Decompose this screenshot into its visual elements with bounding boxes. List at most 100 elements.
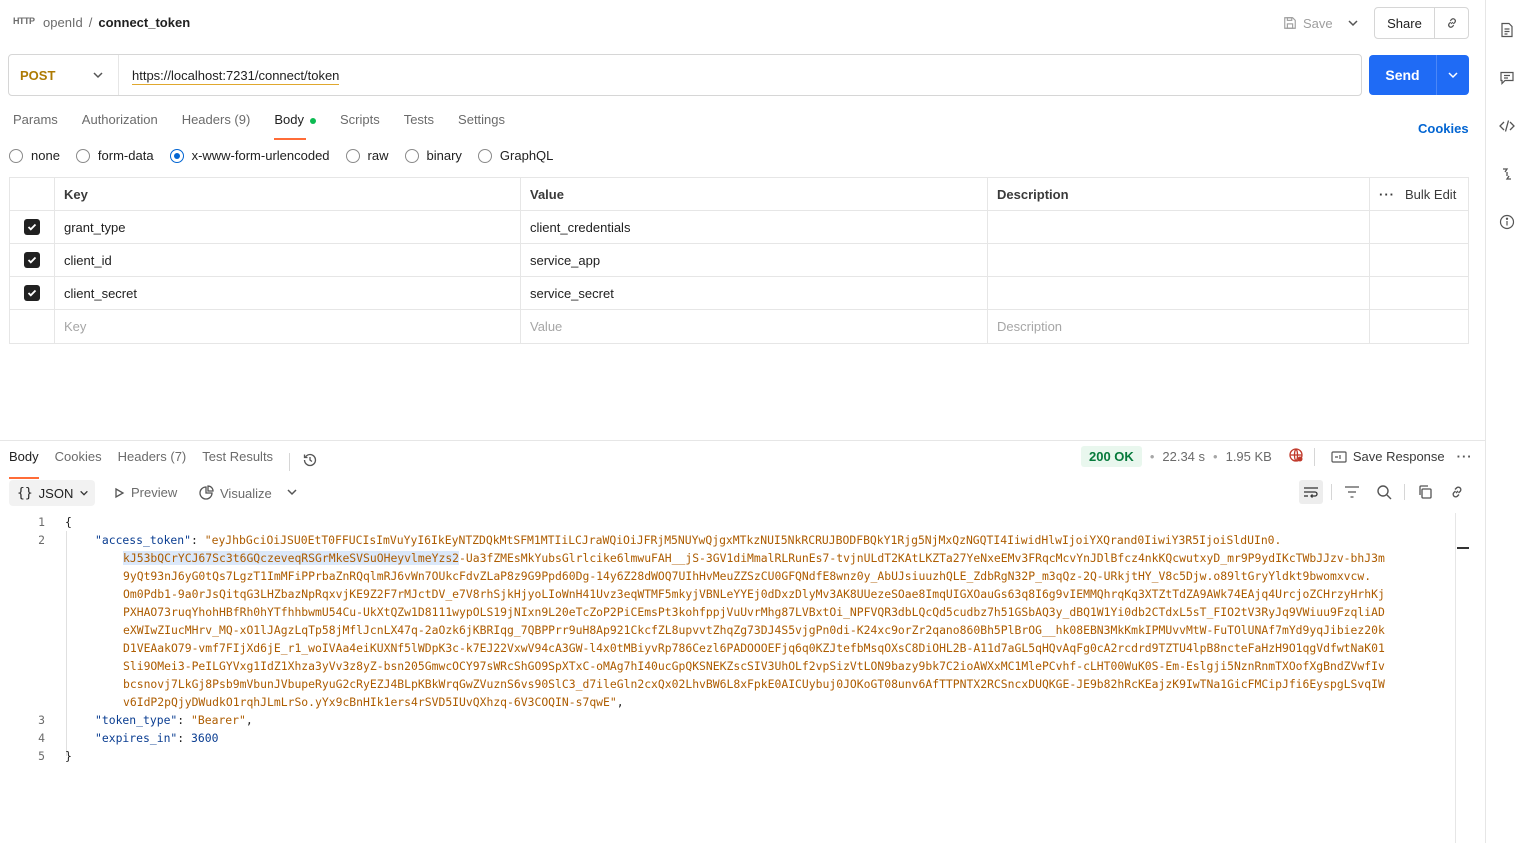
copy-icon[interactable] bbox=[1413, 480, 1437, 504]
param-value-cell[interactable]: client_credentials bbox=[521, 211, 988, 243]
table-row: client_id service_app bbox=[10, 244, 1468, 277]
comments-icon[interactable] bbox=[1499, 70, 1515, 86]
link-icon[interactable] bbox=[1445, 480, 1469, 504]
right-sidebar bbox=[1485, 0, 1527, 843]
save-options-button[interactable] bbox=[1343, 13, 1363, 33]
checkbox-checked[interactable] bbox=[24, 285, 40, 301]
wrap-lines-icon[interactable] bbox=[1299, 480, 1323, 504]
code-snippet-icon[interactable] bbox=[1499, 118, 1515, 134]
response-size[interactable]: 1.95 KB bbox=[1226, 449, 1272, 464]
response-tab-body[interactable]: Body bbox=[9, 449, 39, 479]
preview-button[interactable]: Preview bbox=[113, 485, 177, 500]
documentation-icon[interactable] bbox=[1499, 22, 1515, 38]
copy-link-button[interactable] bbox=[1435, 8, 1468, 38]
body-type-form-data[interactable]: form-data bbox=[75, 148, 154, 163]
code-line: 3 "token_type": "Bearer", bbox=[0, 711, 1455, 729]
param-value-cell[interactable]: service_app bbox=[521, 244, 988, 276]
tab-body-label: Body bbox=[274, 112, 304, 127]
chevron-down-icon bbox=[80, 490, 89, 496]
body-type-urlencoded[interactable]: x-www-form-urlencoded bbox=[169, 148, 330, 163]
visualize-button[interactable]: Visualize bbox=[198, 485, 272, 501]
column-header-value: Value bbox=[521, 178, 988, 210]
new-key-input[interactable]: Key bbox=[55, 310, 521, 343]
code-line-wrapped: D1VEAakO79-vmf7FIjXd6jE_r1_woIVAa4eiKUXN… bbox=[0, 639, 1455, 657]
selection-marker bbox=[1457, 547, 1469, 549]
more-options-icon[interactable]: ··· bbox=[1457, 449, 1473, 464]
divider bbox=[1313, 447, 1315, 466]
checkbox-checked[interactable] bbox=[24, 252, 40, 268]
status-badge[interactable]: 200 OK bbox=[1081, 446, 1142, 467]
breadcrumb-collection[interactable]: openId bbox=[43, 15, 83, 30]
json-string: eXWIwZIucMHrv_MQ-xO1lJAgzLqTp58jMflJcnLX… bbox=[123, 623, 1385, 637]
response-time[interactable]: 22.34 s bbox=[1162, 449, 1205, 464]
search-icon[interactable] bbox=[1372, 480, 1396, 504]
param-description-cell[interactable] bbox=[988, 277, 1370, 309]
body-type-raw[interactable]: raw bbox=[345, 148, 389, 163]
tab-headers[interactable]: Headers (9) bbox=[182, 112, 251, 138]
code-text: "expires_in": 3600 bbox=[95, 731, 219, 745]
param-description-cell[interactable] bbox=[988, 244, 1370, 276]
checkbox-checked[interactable] bbox=[24, 219, 40, 235]
visualize-options-button[interactable] bbox=[286, 486, 298, 501]
tab-scripts[interactable]: Scripts bbox=[340, 112, 380, 138]
param-description-cell[interactable] bbox=[988, 211, 1370, 243]
main-workspace: HTTP openId / connect_token Save Share P… bbox=[0, 0, 1485, 843]
send-group: Send bbox=[1369, 55, 1469, 95]
new-value-input[interactable]: Value bbox=[521, 310, 988, 343]
url-bar: POST https://localhost:7231/connect/toke… bbox=[8, 54, 1362, 96]
tab-settings[interactable]: Settings bbox=[458, 112, 505, 138]
radio-button bbox=[9, 148, 23, 163]
body-type-graphql[interactable]: GraphQL bbox=[477, 148, 553, 163]
row-checkbox-cell bbox=[10, 310, 55, 343]
tab-params[interactable]: Params bbox=[13, 112, 58, 138]
network-globe-icon[interactable] bbox=[1288, 447, 1304, 466]
cookies-link[interactable]: Cookies bbox=[1418, 121, 1469, 136]
body-type-none[interactable]: none bbox=[9, 148, 60, 163]
param-key-cell[interactable]: client_secret bbox=[55, 277, 521, 309]
table-row: client_secret service_secret bbox=[10, 277, 1468, 310]
url-input[interactable]: https://localhost:7231/connect/token bbox=[119, 67, 340, 85]
param-value-cell[interactable]: service_secret bbox=[521, 277, 988, 309]
new-description-input[interactable]: Description bbox=[988, 310, 1370, 343]
column-header-description: Description bbox=[988, 178, 1370, 210]
json-number: 3600 bbox=[191, 731, 219, 745]
send-button[interactable]: Send bbox=[1369, 55, 1437, 95]
save-response-label: Save Response bbox=[1352, 449, 1445, 464]
response-tab-headers[interactable]: Headers (7) bbox=[118, 449, 187, 475]
radio-label: form-data bbox=[97, 148, 154, 163]
row-checkbox-cell bbox=[10, 277, 55, 309]
body-type-binary[interactable]: binary bbox=[404, 148, 462, 163]
save-response-button[interactable]: Save Response bbox=[1331, 449, 1445, 464]
response-divider[interactable] bbox=[0, 440, 1485, 441]
radio-button bbox=[477, 148, 492, 163]
send-options-button[interactable] bbox=[1437, 55, 1469, 95]
info-icon[interactable] bbox=[1499, 214, 1515, 230]
tab-tests[interactable]: Tests bbox=[404, 112, 434, 138]
line-number: 4 bbox=[38, 731, 45, 745]
bulk-edit-button[interactable]: Bulk Edit bbox=[1405, 187, 1456, 202]
tab-body[interactable]: Body bbox=[274, 112, 316, 140]
response-tab-cookies[interactable]: Cookies bbox=[55, 449, 102, 475]
json-string: D1VEAakO79-vmf7FIjXd6jE_r1_woIVAa4eiKUXN… bbox=[123, 641, 1385, 655]
format-select[interactable]: {} JSON bbox=[9, 480, 95, 506]
filter-icon[interactable] bbox=[1340, 480, 1364, 504]
method-select[interactable]: POST bbox=[9, 55, 119, 95]
response-tab-test-results[interactable]: Test Results bbox=[202, 449, 273, 475]
tab-authorization[interactable]: Authorization bbox=[82, 112, 158, 138]
more-options-icon[interactable]: ··· bbox=[1379, 187, 1395, 202]
editor-scrollbar[interactable] bbox=[1455, 513, 1456, 843]
save-button[interactable]: Save bbox=[1283, 12, 1333, 34]
breadcrumb-request-name[interactable]: connect_token bbox=[98, 15, 190, 30]
code-line: 4 "expires_in": 3600 bbox=[0, 729, 1455, 747]
share-button[interactable]: Share bbox=[1375, 8, 1435, 38]
code-line-wrapped: PXHAO73ruqYhohHBfRh0hYTfhhbwmU54Cu-UkXtQ… bbox=[0, 603, 1455, 621]
code-line-wrapped: eXWIwZIucMHrv_MQ-xO1lJAgzLqTp58jMflJcnLX… bbox=[0, 621, 1455, 639]
param-key-cell[interactable]: client_id bbox=[55, 244, 521, 276]
param-key-cell[interactable]: grant_type bbox=[55, 211, 521, 243]
json-key: "expires_in" bbox=[95, 731, 178, 745]
radio-label: x-www-form-urlencoded bbox=[191, 148, 330, 163]
related-collections-icon[interactable] bbox=[1499, 166, 1515, 182]
history-icon[interactable] bbox=[302, 452, 318, 471]
check-icon bbox=[27, 289, 37, 297]
response-body-code[interactable]: 1 { 2 "access_token": "eyJhbGciOiJSU0EtT… bbox=[0, 513, 1455, 765]
